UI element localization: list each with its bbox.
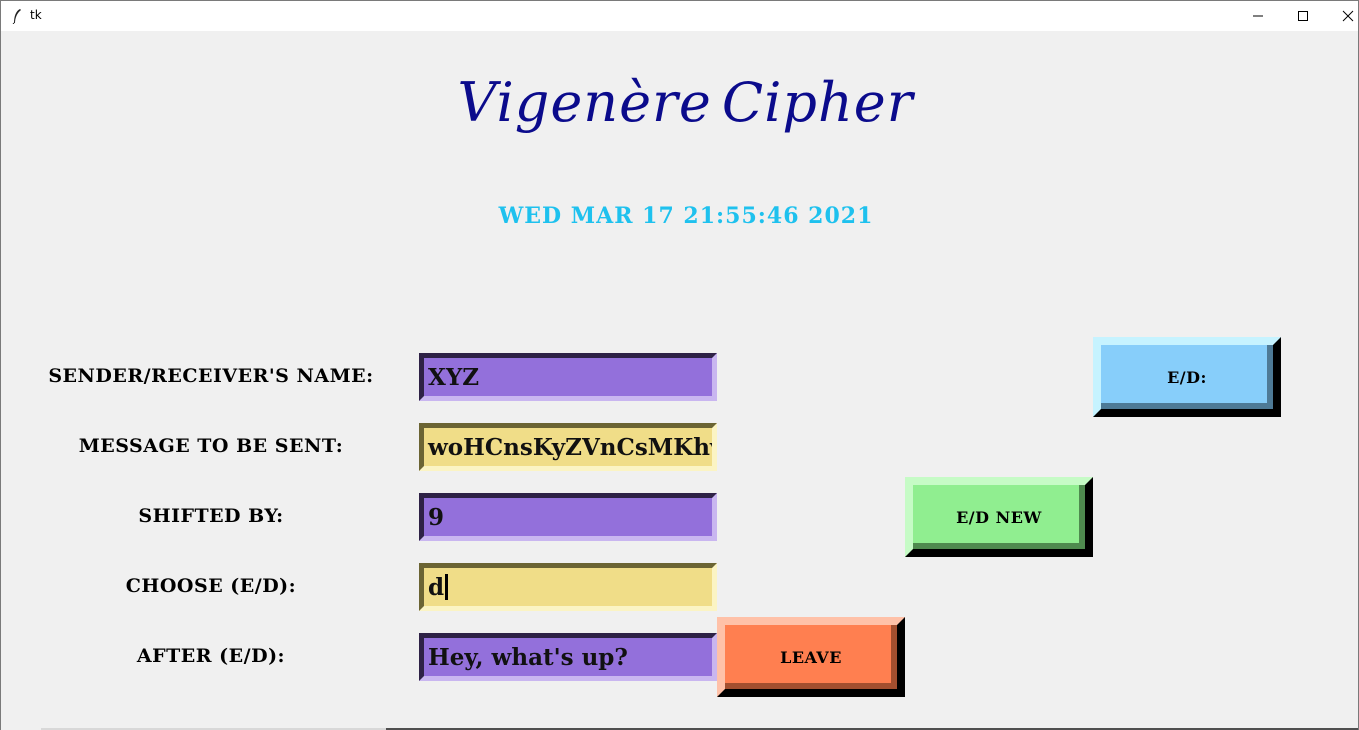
shift-label: SHIFTED BY: [138,505,284,527]
text-cursor [445,574,449,600]
maximize-icon [1298,11,1308,21]
encrypt-decrypt-button[interactable]: E/D: [1093,337,1281,417]
mode-input-value: d [428,574,445,601]
maximize-button[interactable] [1280,1,1326,31]
datetime-label: WED MAR 17 21:55:46 2021 [498,203,874,229]
result-input[interactable]: Hey, what's up? [419,633,717,681]
heading-word-2: Cipher [721,71,914,134]
app-heading: Vigenère Cipher [1,71,1359,134]
close-button[interactable] [1325,1,1359,31]
name-input[interactable]: XYZ [419,353,717,401]
name-label: SENDER/RECEIVER'S NAME: [48,365,374,387]
minimize-icon [1253,15,1263,17]
shift-input[interactable]: 9 [419,493,717,541]
mode-label: CHOOSE (E/D): [125,575,297,597]
heading-word-1: Vigenère [457,71,712,134]
mode-input[interactable]: d [419,563,717,611]
encrypt-decrypt-new-button[interactable]: E/D NEW [905,477,1093,557]
result-label: AFTER (E/D): [136,645,286,667]
message-input[interactable]: woHCnsKyZVnCsMKhv [419,423,717,471]
leave-button[interactable]: LEAVE [717,617,905,697]
minimize-button[interactable] [1235,1,1281,31]
feather-icon [12,9,21,24]
window-title: tk [30,8,42,22]
close-icon [1342,10,1354,22]
message-label: MESSAGE TO BE SENT: [78,435,344,457]
title-bar: tk [1,1,1358,31]
app-window: tk Vigenère Cipher WED MAR 17 21:55:46 20… [0,0,1359,730]
